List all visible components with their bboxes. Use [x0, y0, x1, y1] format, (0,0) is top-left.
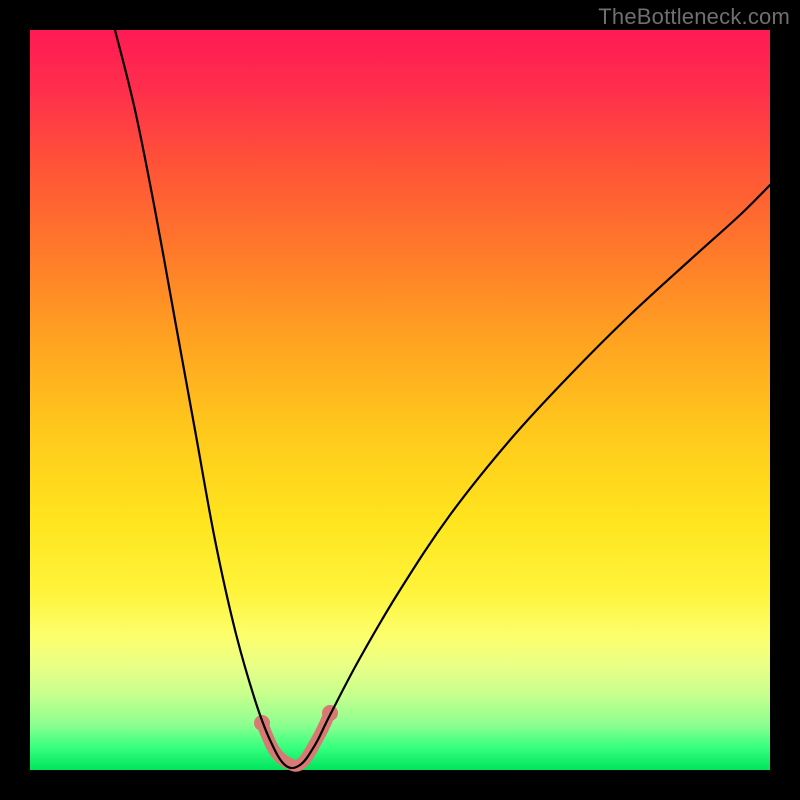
bottleneck-curve — [115, 30, 770, 768]
curve-svg — [30, 30, 770, 770]
plot-area — [30, 30, 770, 770]
chart-frame: TheBottleneck.com — [0, 0, 800, 800]
valley-highlight — [262, 713, 330, 766]
watermark-text: TheBottleneck.com — [598, 4, 790, 30]
